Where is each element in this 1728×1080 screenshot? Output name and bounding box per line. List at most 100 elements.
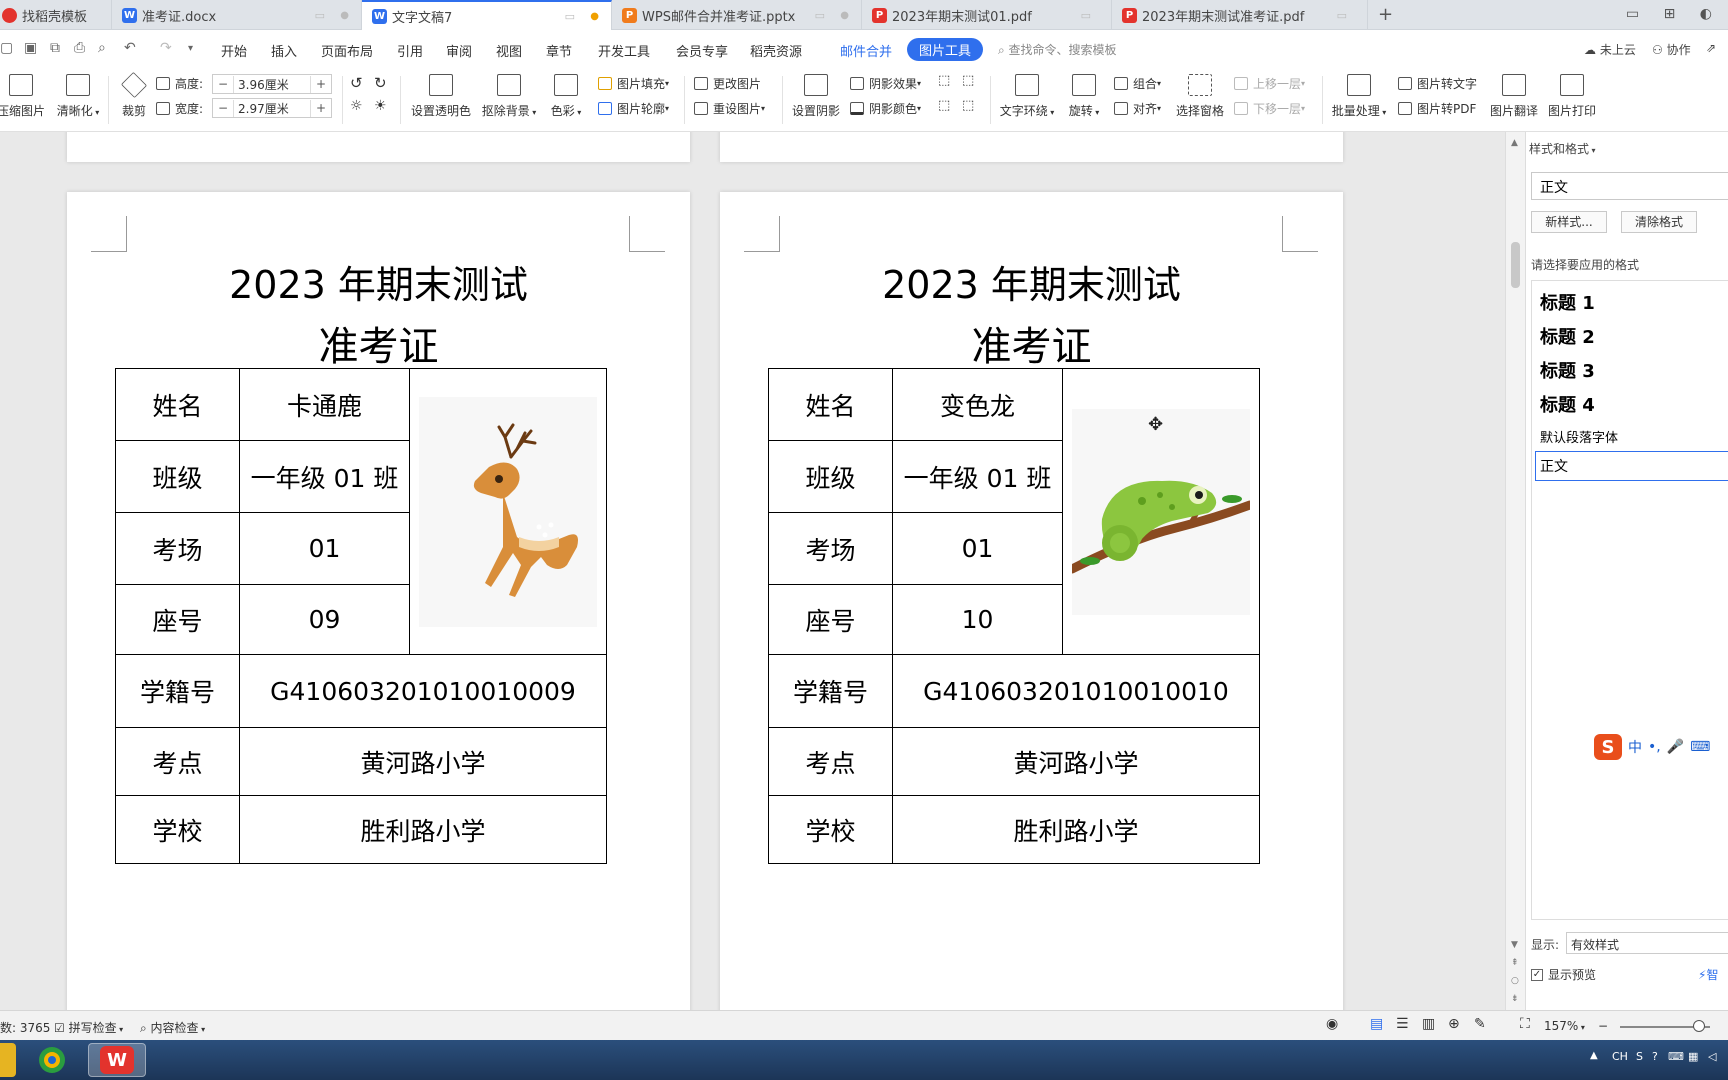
new-style-button[interactable]: 新样式... bbox=[1531, 211, 1607, 233]
web-view-icon[interactable]: ⊕ bbox=[1448, 1016, 1460, 1032]
network-icon[interactable]: ▦ bbox=[1688, 1050, 1698, 1063]
eye-protection-icon[interactable]: ◉ bbox=[1326, 1016, 1338, 1032]
reset-picture-button[interactable]: 重设图片 ▾ bbox=[694, 100, 765, 117]
show-preview-checkbox[interactable]: ✓ 显示预览 bbox=[1531, 966, 1596, 983]
menu-page-layout[interactable]: 页面布局 bbox=[321, 41, 373, 60]
menu-review[interactable]: 审阅 bbox=[446, 41, 472, 60]
input-language[interactable]: CH bbox=[1612, 1050, 1628, 1063]
picture-print-button[interactable]: 图片打印 bbox=[1546, 74, 1598, 119]
new-tab-button[interactable]: + bbox=[1378, 4, 1393, 25]
new-file-icon[interactable]: ▢ bbox=[0, 40, 13, 56]
prev-page-icon[interactable]: ⇞ bbox=[1511, 958, 1519, 968]
menu-home[interactable]: 开始 bbox=[221, 41, 247, 60]
window-controls[interactable]: ▭ ⊞ ◐ bbox=[1626, 6, 1722, 22]
tab-docx[interactable]: W 准考证.docx ▭ ● bbox=[112, 0, 362, 30]
selection-pane-button[interactable]: 选择窗格 bbox=[1172, 74, 1228, 119]
height-input[interactable]: 3.96厘米 bbox=[233, 75, 311, 93]
smart-button[interactable]: ⚡智 bbox=[1698, 966, 1718, 983]
compress-picture-button[interactable]: 压缩图片 bbox=[0, 74, 46, 119]
zoom-slider-thumb[interactable] bbox=[1693, 1020, 1705, 1032]
style-heading-3[interactable]: 标题 3 bbox=[1540, 357, 1595, 383]
picture-to-text-button[interactable]: 图片转文字 bbox=[1398, 75, 1477, 92]
group-button[interactable]: 组合 ▾ bbox=[1114, 75, 1161, 92]
bring-forward-button[interactable]: 上移一层 ▾ bbox=[1234, 75, 1305, 92]
rotate-right-icon[interactable]: ↻ bbox=[374, 74, 387, 92]
tab-pdf-admission[interactable]: P 2023年期末测试准考证.pdf ▭ bbox=[1112, 0, 1368, 30]
menu-mail-merge[interactable]: 邮件合并 bbox=[840, 41, 892, 60]
batch-process-button[interactable]: 批量处理 ▾ bbox=[1330, 74, 1388, 119]
preview-icon[interactable]: ⌕ bbox=[98, 40, 106, 56]
tab-active-document[interactable]: W 文字文稿7 ▭ ● bbox=[362, 0, 612, 30]
chameleon-icon[interactable] bbox=[1067, 408, 1255, 615]
rotate-left-icon[interactable]: ↺ bbox=[350, 74, 363, 92]
document-canvas[interactable]: 2023 年期末测试 准考证 姓名 卡通鹿 班级 一年级 01 班 考场 01 … bbox=[0, 132, 1505, 1010]
punctuation-icon[interactable]: •, bbox=[1648, 739, 1661, 755]
value-student-id[interactable]: G410603201010010009 bbox=[239, 654, 607, 728]
command-search[interactable]: ⌕ 查找命令、搜索模板 bbox=[998, 41, 1117, 58]
help-icon[interactable]: ? bbox=[1652, 1050, 1658, 1063]
scrollbar-thumb[interactable] bbox=[1511, 242, 1520, 288]
picture-translate-button[interactable]: 图片翻译 bbox=[1488, 74, 1540, 119]
tab-pptx[interactable]: P WPS邮件合并准考证.pptx ▭ ● bbox=[612, 0, 862, 30]
ime-language[interactable]: 中 bbox=[1628, 737, 1642, 757]
value-school[interactable]: 胜利路小学 bbox=[892, 795, 1260, 864]
ime-toolbar[interactable]: S 中 •, 🎤 ⌨ bbox=[1594, 734, 1710, 760]
style-heading-1[interactable]: 标题 1 bbox=[1540, 289, 1595, 315]
menu-chapter[interactable]: 章节 bbox=[546, 41, 572, 60]
value-name[interactable]: 卡通鹿 bbox=[239, 368, 410, 441]
style-heading-2[interactable]: 标题 2 bbox=[1540, 323, 1595, 349]
menu-developer[interactable]: 开发工具 bbox=[598, 41, 650, 60]
menu-insert[interactable]: 插入 bbox=[271, 41, 297, 60]
style-normal-selected[interactable]: 正文 bbox=[1535, 451, 1728, 481]
value-seat[interactable]: 09 bbox=[239, 584, 410, 655]
menu-view[interactable]: 视图 bbox=[496, 41, 522, 60]
save-icon[interactable]: ▣ bbox=[24, 40, 37, 56]
scroll-up-arrow-icon[interactable]: ▲ bbox=[1511, 138, 1518, 148]
tray-arrow-icon[interactable]: ▲ bbox=[1590, 1050, 1598, 1061]
shadow-effect-button[interactable]: 阴影效果 ▾ bbox=[850, 75, 921, 92]
tab-template[interactable]: 找稻壳模板 bbox=[0, 0, 112, 30]
value-name[interactable]: 变色龙 bbox=[892, 368, 1063, 441]
width-input[interactable]: 2.97厘米 bbox=[233, 99, 311, 117]
writing-mode-icon[interactable]: ✎ bbox=[1474, 1016, 1486, 1032]
color-button[interactable]: 色彩 ▾ bbox=[546, 74, 586, 119]
height-decrease-button[interactable]: − bbox=[213, 77, 233, 91]
reading-view-icon[interactable]: ▥ bbox=[1422, 1016, 1435, 1032]
height-spinner[interactable]: − 3.96厘米 + bbox=[212, 74, 332, 94]
fit-page-icon[interactable]: ⛶ bbox=[1520, 1016, 1530, 1032]
value-school[interactable]: 胜利路小学 bbox=[239, 795, 607, 864]
collaborate-button[interactable]: ⚇ 协作 bbox=[1652, 41, 1691, 58]
shadow-nudge-left-icon[interactable]: ⬚ bbox=[938, 98, 950, 113]
page-card-2[interactable]: 2023 年期末测试 准考证 姓名 变色龙 班级 一年级 01 班 考场 01 … bbox=[720, 192, 1343, 1010]
height-increase-button[interactable]: + bbox=[311, 77, 331, 91]
sogou-tray-icon[interactable]: S bbox=[1636, 1050, 1643, 1063]
send-backward-button[interactable]: 下移一层 ▾ bbox=[1234, 100, 1305, 117]
pane-title[interactable]: 样式和格式 ▾ bbox=[1529, 140, 1596, 157]
zoom-out-button[interactable]: − bbox=[1598, 1019, 1608, 1033]
change-picture-button[interactable]: 更改图片 bbox=[694, 75, 761, 92]
set-shadow-button[interactable]: 设置阴影 bbox=[790, 74, 842, 119]
value-class[interactable]: 一年级 01 班 bbox=[892, 440, 1063, 513]
clear-format-button[interactable]: 清除格式 bbox=[1621, 211, 1697, 233]
microphone-icon[interactable]: 🎤 bbox=[1667, 739, 1684, 755]
brightness-decrease-icon[interactable]: ☀ bbox=[374, 98, 387, 114]
picture-fill-button[interactable]: 图片填充 ▾ bbox=[598, 75, 669, 92]
next-page-icon[interactable]: ⇟ bbox=[1511, 994, 1519, 1004]
undo-icon[interactable]: ↶ bbox=[124, 40, 136, 56]
sharpen-button[interactable]: 清晰化 ▾ bbox=[54, 74, 102, 119]
style-default-font[interactable]: 默认段落字体 bbox=[1540, 427, 1618, 446]
width-increase-button[interactable]: + bbox=[311, 101, 331, 115]
shadow-nudge-down-icon[interactable]: ⬚ bbox=[962, 73, 974, 88]
value-room[interactable]: 01 bbox=[892, 512, 1063, 585]
shadow-nudge-up-icon[interactable]: ⬚ bbox=[938, 73, 950, 88]
zoom-level[interactable]: 157% ▾ bbox=[1544, 1019, 1585, 1033]
text-wrap-button[interactable]: 文字环绕 ▾ bbox=[998, 74, 1056, 119]
cloud-status[interactable]: ☁ 未上云 bbox=[1584, 41, 1636, 58]
redo-icon[interactable]: ↷ bbox=[160, 40, 172, 56]
tab-pdf-01[interactable]: P 2023年期末测试01.pdf ▭ bbox=[862, 0, 1112, 30]
keyboard-tray-icon[interactable]: ⌨ bbox=[1668, 1050, 1684, 1063]
picture-outline-button[interactable]: 图片轮廓 ▾ bbox=[598, 100, 669, 117]
menu-references[interactable]: 引用 bbox=[397, 41, 423, 60]
brightness-increase-icon[interactable]: ☼ bbox=[350, 98, 363, 114]
deer-icon[interactable] bbox=[419, 396, 597, 627]
